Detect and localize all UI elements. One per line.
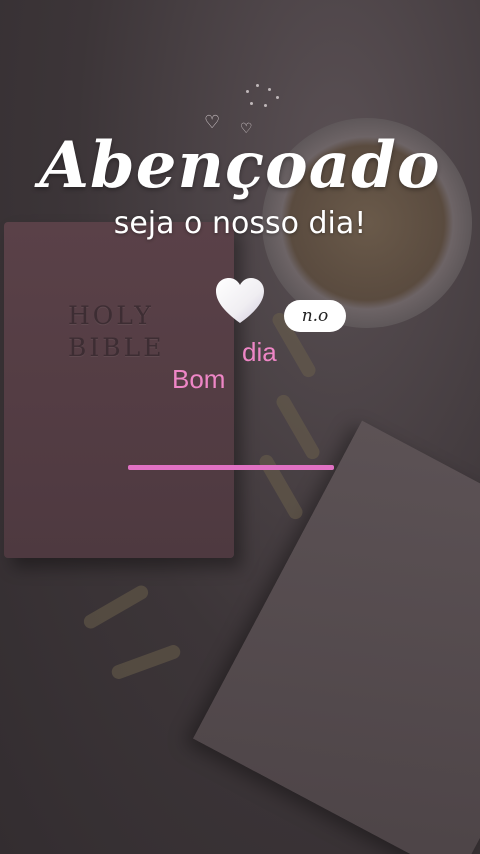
white-heart-icon bbox=[216, 278, 264, 323]
bible-cover-line2: BIBLE bbox=[68, 333, 165, 362]
greeting-word-dia: dia bbox=[242, 337, 277, 367]
greeting-word-bom: Bom bbox=[172, 364, 226, 394]
headline-title: Abençoado bbox=[39, 128, 441, 203]
bible-cover-line1: HOLY bbox=[68, 301, 154, 330]
headline-subtitle: seja o nosso dia! bbox=[113, 206, 367, 241]
bible-cover-text: HOLY BIBLE bbox=[68, 300, 164, 364]
pink-underline-bar bbox=[128, 465, 334, 470]
badge-label: n.o bbox=[284, 300, 346, 332]
sparkle-dots-icon bbox=[242, 82, 282, 112]
